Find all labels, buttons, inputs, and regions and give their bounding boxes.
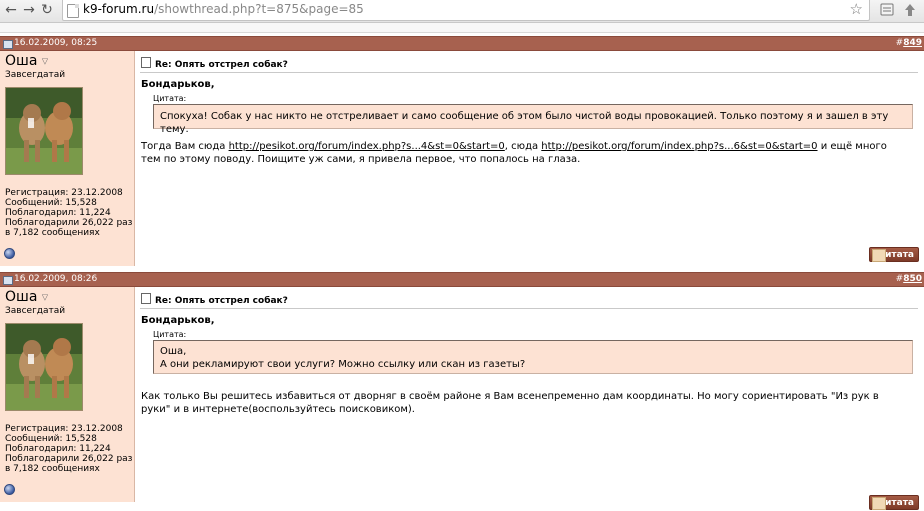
post-number[interactable]: #850: [896, 273, 922, 286]
user-menu-arrow-icon[interactable]: ▽: [42, 57, 48, 66]
username[interactable]: Оша ▽: [5, 289, 48, 305]
post-header: 16.02.2009, 08:26 #850: [0, 272, 924, 287]
quote-button[interactable]: Цитата: [869, 247, 919, 262]
url-text[interactable]: k9-forum.ru/showthread.php?t=875&page=85: [83, 2, 364, 16]
post-content: Re: Опять отстрел собак? Бондарьков, Цит…: [135, 51, 924, 266]
avatar: [5, 87, 83, 175]
settings-icon[interactable]: [903, 2, 917, 18]
quote-box: Оша, А они рекламируют свои услуги? Можн…: [153, 340, 913, 374]
online-status-icon: [4, 484, 15, 495]
user-info-panel: Оша ▽ Завсегдатай Регистрация: 23.12.200…: [0, 287, 135, 502]
post-number-link[interactable]: 849: [903, 38, 922, 48]
post-number[interactable]: #849: [896, 37, 922, 50]
avatar: [5, 323, 83, 411]
title-divider: [140, 72, 918, 73]
username[interactable]: Оша ▽: [5, 53, 48, 69]
post-status-icon: [3, 276, 13, 285]
post-link-1[interactable]: http://pesikot.org/forum/index.php?s...4…: [229, 141, 505, 152]
post-title: Re: Опять отстрел собак?: [141, 293, 288, 306]
quote-icon: [872, 497, 886, 510]
document-icon: [141, 57, 151, 68]
quote-button[interactable]: Цитата: [869, 495, 919, 510]
page-icon: [67, 4, 79, 18]
post-number-link[interactable]: 850: [903, 274, 922, 284]
quote-icon: [872, 249, 886, 262]
post-body: Тогда Вам сюда http://pesikot.org/forum/…: [141, 141, 887, 165]
reply-to-name: Бондарьков,: [141, 79, 215, 90]
wrench-icon[interactable]: [880, 2, 894, 16]
quote-box: Спокуха! Собак у нас никто не отстрелива…: [153, 104, 913, 135]
quote-label: Цитата:: [153, 94, 187, 103]
user-stats: Регистрация: 23.12.2008 Сообщений: 15,52…: [5, 424, 133, 474]
post-header: 16.02.2009, 08:25 #849: [0, 36, 924, 51]
post-link-2[interactable]: http://pesikot.org/forum/index.php?s...6…: [541, 141, 817, 152]
post-date: 16.02.2009, 08:26: [14, 274, 98, 284]
post-content: Re: Опять отстрел собак? Бондарьков, Цит…: [135, 287, 924, 510]
page-top-strip: [0, 23, 924, 33]
user-info-panel: Оша ▽ Завсегдатай Регистрация: 23.12.200…: [0, 51, 135, 266]
reply-to-name: Бондарьков,: [141, 315, 215, 326]
post-date: 16.02.2009, 08:25: [14, 38, 98, 48]
post-status-icon: [3, 40, 13, 49]
title-divider: [140, 308, 918, 309]
online-status-icon: [4, 248, 15, 259]
post-body: Как только Вы решитесь избавиться от дво…: [141, 391, 879, 415]
document-icon: [141, 293, 151, 304]
forum-post: 16.02.2009, 08:25 #849 Оша ▽ Завсегдатай…: [0, 36, 924, 266]
quote-label: Цитата:: [153, 330, 187, 339]
forum-post: 16.02.2009, 08:26 #850 Оша ▽ Завсегдатай…: [0, 272, 924, 510]
forward-arrow-icon[interactable]: →: [20, 1, 38, 19]
browser-toolbar: ← → ↻ k9-forum.ru/showthread.php?t=875&p…: [0, 0, 924, 23]
address-bar[interactable]: k9-forum.ru/showthread.php?t=875&page=85…: [62, 0, 870, 21]
user-rank: Завсегдатай: [5, 306, 66, 316]
star-icon[interactable]: ☆: [850, 0, 863, 18]
back-arrow-icon[interactable]: ←: [2, 1, 20, 19]
reload-icon[interactable]: ↻: [38, 1, 56, 19]
user-rank: Завсегдатай: [5, 70, 66, 80]
user-menu-arrow-icon[interactable]: ▽: [42, 293, 48, 302]
user-stats: Регистрация: 23.12.2008 Сообщений: 15,52…: [5, 188, 133, 238]
post-title: Re: Опять отстрел собак?: [141, 57, 288, 70]
